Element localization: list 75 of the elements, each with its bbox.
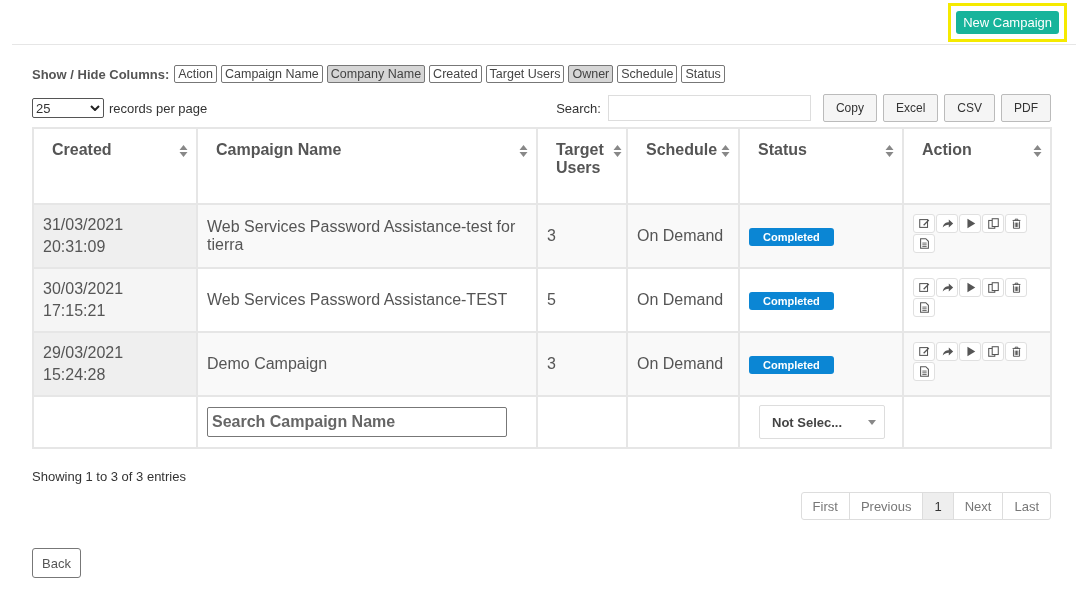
share-arrow-button[interactable] — [936, 341, 958, 361]
copy-icon — [986, 344, 1000, 358]
document-button[interactable] — [913, 297, 935, 317]
column-header[interactable]: Campaign Name — [197, 128, 537, 204]
edit-button[interactable] — [913, 341, 935, 361]
column-toggle[interactable]: Schedule — [617, 65, 678, 83]
sort-icon[interactable] — [885, 144, 894, 158]
share-arrow-button[interactable] — [936, 213, 958, 233]
edit-button[interactable] — [913, 277, 935, 297]
schedule-cell: On Demand — [627, 332, 739, 396]
back-button[interactable]: Back — [32, 548, 81, 578]
column-toggle[interactable]: Action — [174, 65, 217, 83]
share-arrow-button[interactable] — [936, 277, 958, 297]
column-header[interactable]: Created — [33, 128, 197, 204]
sort-icon[interactable] — [721, 144, 730, 158]
column-toggle[interactable]: Created — [429, 65, 482, 83]
page-button[interactable]: First — [800, 492, 850, 520]
caret-icon — [868, 419, 876, 425]
edit-icon — [917, 344, 931, 358]
document-icon — [917, 236, 931, 250]
sort-icon[interactable] — [179, 144, 188, 158]
document-icon — [917, 300, 931, 314]
export-button[interactable]: Excel — [882, 94, 939, 122]
column-toggle[interactable]: Owner — [568, 65, 614, 83]
column-toggle[interactable]: Status — [681, 65, 725, 83]
play-button[interactable] — [959, 213, 981, 233]
campaign-name-cell: Web Services Password Assistance-test for tierra — [197, 204, 537, 268]
schedule-cell: On Demand — [627, 204, 739, 268]
campaign-name-filter[interactable]: Search Campaign Name — [207, 407, 507, 437]
status-badge: Completed — [749, 356, 834, 374]
document-button[interactable] — [913, 361, 935, 381]
page-button[interactable]: Previous — [848, 492, 924, 520]
trash-button[interactable] — [1005, 341, 1027, 361]
export-button[interactable]: Copy — [822, 94, 877, 122]
column-toggle[interactable]: Company Name — [326, 65, 426, 83]
trash-button[interactable] — [1005, 277, 1027, 297]
play-button[interactable] — [959, 277, 981, 297]
created-cell: 30/03/2021 17:15:21 — [33, 268, 197, 332]
edit-button[interactable] — [913, 213, 935, 233]
target-users-cell: 3 — [537, 204, 627, 268]
chevron-icon — [90, 105, 100, 111]
page-button[interactable]: Next — [952, 492, 1004, 520]
sort-icon[interactable] — [613, 144, 622, 158]
sort-icon[interactable] — [519, 144, 528, 158]
status-filter-select[interactable]: Not Selec... — [759, 405, 885, 439]
play-button[interactable] — [959, 341, 981, 361]
page-length-select[interactable]: 25 — [32, 98, 104, 118]
document-button[interactable] — [913, 233, 935, 253]
records-label: records per page — [109, 100, 208, 116]
page-button[interactable]: Last — [1002, 492, 1051, 520]
entries-info: Showing 1 to 3 of 3 entries — [32, 469, 187, 484]
column-toggle[interactable]: Target Users — [485, 65, 565, 83]
copy-button[interactable] — [982, 277, 1004, 297]
sort-icon[interactable] — [1033, 144, 1042, 158]
export-button[interactable]: PDF — [1001, 94, 1051, 122]
trash-button[interactable] — [1005, 213, 1027, 233]
search-label: Search: — [556, 100, 601, 116]
copy-button[interactable] — [982, 341, 1004, 361]
export-button[interactable]: CSV — [944, 94, 995, 122]
edit-icon — [917, 280, 931, 294]
created-cell: 29/03/2021 15:24:28 — [33, 332, 197, 396]
campaign-name-cell: Demo Campaign — [197, 332, 537, 396]
copy-icon — [986, 280, 1000, 294]
target-users-cell: 3 — [537, 332, 627, 396]
copy-button[interactable] — [982, 213, 1004, 233]
copy-icon — [986, 216, 1000, 230]
edit-icon — [917, 216, 931, 230]
search-field[interactable] — [607, 95, 811, 121]
columns-label: Show / Hide Columns: — [32, 66, 170, 82]
created-cell: 31/03/2021 20:31:09 — [33, 204, 197, 268]
status-badge: Completed — [749, 292, 834, 310]
page-button[interactable]: 1 — [922, 492, 954, 520]
document-icon — [917, 364, 931, 378]
column-toggle[interactable]: Campaign Name — [221, 65, 323, 83]
status-badge: Completed — [749, 228, 834, 246]
